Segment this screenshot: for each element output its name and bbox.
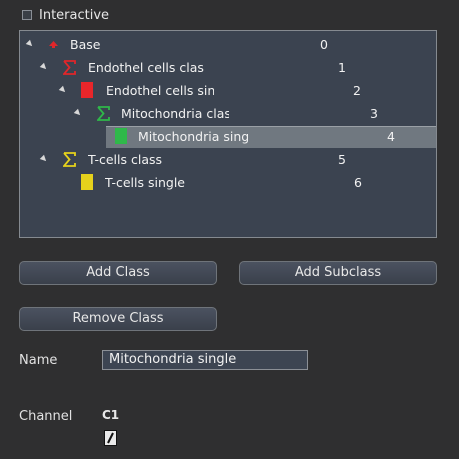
tree-row-mitochondria-class[interactable]: Mitochondria clas 3	[20, 102, 436, 125]
interactive-checkbox-row[interactable]: Interactive	[22, 6, 109, 24]
sigma-icon	[63, 60, 76, 75]
tree-row-endothel-single[interactable]: Endothel cells sinç 2	[20, 79, 436, 102]
expand-arrow-icon[interactable]	[73, 108, 83, 118]
tree-row-base[interactable]: Base 0	[20, 33, 436, 56]
red-arrow-up-icon	[49, 41, 58, 48]
tree-row-value: 5	[338, 152, 346, 167]
sigma-icon	[97, 106, 110, 121]
square-icon	[115, 128, 127, 144]
tree-row-label: T-cells class	[88, 152, 163, 167]
channel-value: C1	[102, 408, 120, 422]
square-icon	[81, 82, 93, 98]
tree-row-value: 4	[387, 129, 395, 144]
tree-row-t-cells-class[interactable]: T-cells class 5	[20, 148, 436, 171]
channel-slash-icon	[107, 432, 114, 444]
expand-arrow-icon[interactable]	[39, 62, 49, 72]
expand-arrow-icon[interactable]	[39, 154, 49, 164]
interactive-checkbox[interactable]	[22, 10, 32, 20]
tree-row-value: 2	[353, 83, 361, 98]
expand-arrow-icon[interactable]	[25, 39, 35, 49]
tree-row-value: 3	[370, 106, 378, 121]
tree-row-value: 6	[354, 175, 362, 190]
remove-class-button[interactable]: Remove Class	[19, 307, 217, 331]
channel-label: Channel	[19, 409, 73, 424]
tree-row-t-cells-single[interactable]: T-cells single 6	[20, 171, 436, 194]
interactive-label: Interactive	[39, 7, 110, 23]
name-field[interactable]: Mitochondria single	[102, 350, 308, 370]
add-class-button[interactable]: Add Class	[19, 261, 217, 285]
sigma-icon	[63, 152, 76, 167]
channel-color-swatch[interactable]	[104, 430, 117, 446]
tree-row-endothel-class[interactable]: Endothel cells clas 1	[20, 56, 436, 79]
square-icon	[81, 174, 93, 190]
name-label: Name	[19, 353, 58, 368]
tree-row-mitochondria-single[interactable]: Mitochondria sing 4	[20, 125, 436, 148]
class-settings-panel: Interactive Base 0 Endothel cells clas 1…	[0, 0, 459, 459]
tree-row-label: T-cells single	[105, 175, 185, 190]
tree-row-value: 0	[320, 37, 328, 52]
class-tree[interactable]: Base 0 Endothel cells clas 1 Endothel ce…	[19, 30, 437, 238]
add-subclass-button[interactable]: Add Subclass	[239, 261, 437, 285]
tree-row-label: Endothel cells clas	[88, 60, 204, 75]
expand-arrow-icon[interactable]	[58, 85, 68, 95]
tree-row-label: Mitochondria sing	[138, 129, 248, 144]
tree-row-label: Base	[70, 37, 101, 52]
tree-row-value: 1	[338, 60, 346, 75]
tree-row-label: Endothel cells sinç	[106, 83, 214, 98]
tree-row-label: Mitochondria clas	[121, 106, 229, 121]
